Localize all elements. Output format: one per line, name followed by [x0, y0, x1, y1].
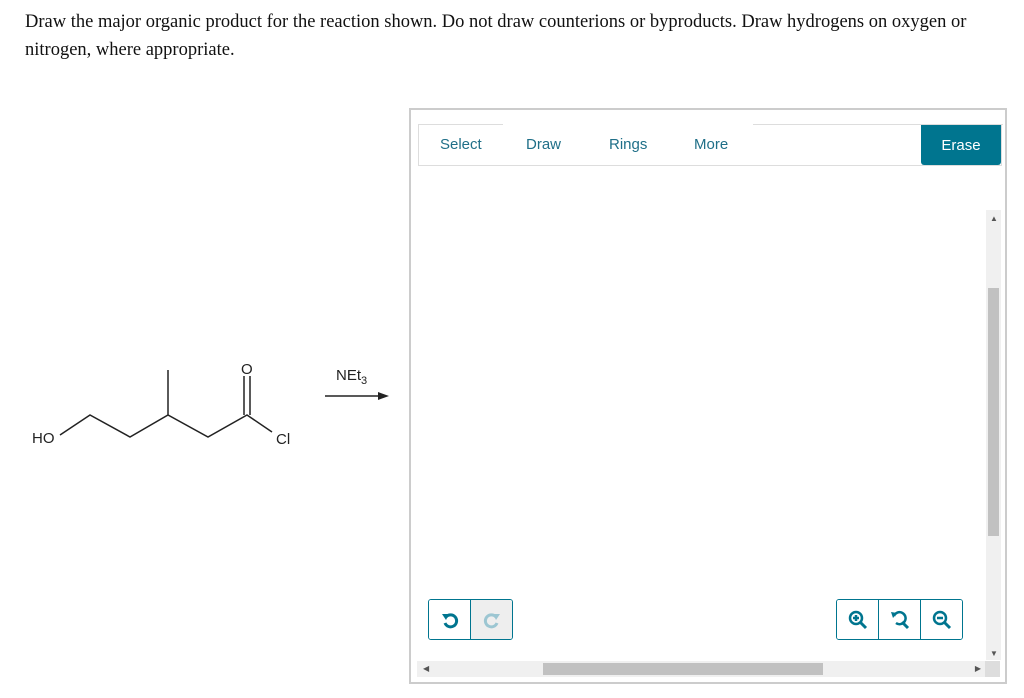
- erase-button[interactable]: Erase: [921, 125, 1001, 165]
- vertical-scrollbar[interactable]: ▲ ▼: [986, 210, 1001, 660]
- undo-button[interactable]: [429, 600, 470, 639]
- redo-icon: [483, 612, 500, 628]
- horizontal-scroll-thumb[interactable]: [543, 663, 823, 675]
- zoom-reset-button[interactable]: [878, 600, 920, 639]
- reagent-label: NEt3: [336, 367, 367, 387]
- tab-more[interactable]: More: [694, 136, 728, 153]
- zoom-in-icon: [848, 610, 867, 629]
- arrow-head: [378, 392, 389, 400]
- drawing-editor[interactable]: Select Draw Rings More Erase ▲ ▼ ◀ ▶: [409, 108, 1007, 684]
- tab-select[interactable]: Select: [440, 136, 482, 153]
- zoom-in-button[interactable]: [837, 600, 878, 639]
- scroll-right-icon: ▶: [974, 664, 981, 673]
- ho-label: HO: [32, 430, 55, 447]
- cl-label: Cl: [276, 431, 290, 448]
- scroll-up-icon: ▲: [990, 214, 998, 223]
- scroll-left-icon: ◀: [423, 664, 430, 673]
- undo-icon: [441, 612, 458, 628]
- oxygen-label: O: [241, 361, 253, 378]
- horizontal-scrollbar[interactable]: ◀ ▶: [417, 661, 985, 677]
- vertical-scroll-thumb[interactable]: [988, 288, 999, 536]
- editor-toolbar: Select Draw Rings More Erase: [418, 124, 1003, 166]
- zoom-controls: [836, 599, 963, 640]
- reactant-structure: [59, 370, 273, 438]
- zoom-reset-icon: [890, 610, 909, 629]
- zoom-out-button[interactable]: [920, 600, 962, 639]
- history-controls: [428, 599, 513, 640]
- reaction-scheme: HO O Cl NEt3: [32, 361, 389, 448]
- scrollbar-corner: [985, 661, 1000, 677]
- tab-draw[interactable]: Draw: [526, 136, 561, 153]
- zoom-out-icon: [932, 610, 951, 629]
- scroll-down-icon: ▼: [990, 649, 998, 658]
- redo-button[interactable]: [470, 600, 512, 639]
- tab-rings[interactable]: Rings: [609, 136, 647, 153]
- question-text: Draw the major organic product for the r…: [25, 12, 967, 60]
